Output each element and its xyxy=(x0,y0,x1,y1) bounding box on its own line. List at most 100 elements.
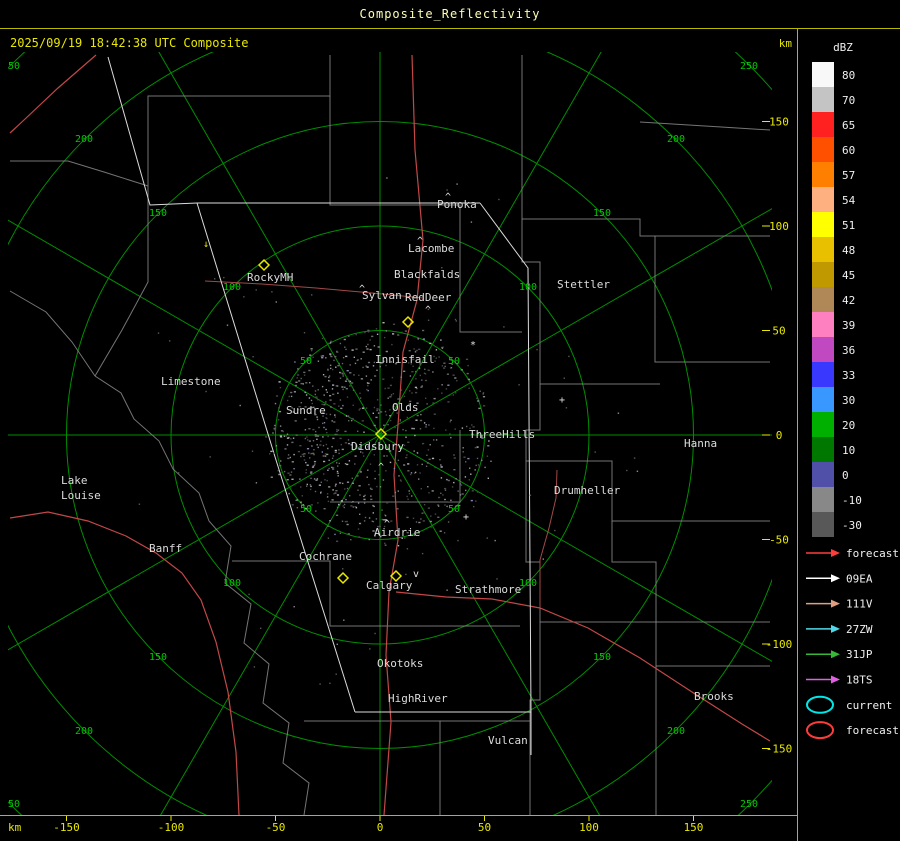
colorbar-swatch xyxy=(812,87,834,112)
legend-item-label: forecast xyxy=(846,547,899,560)
legend-item-label: 09EA xyxy=(846,572,873,585)
legend-arrowhead-icon xyxy=(831,599,840,608)
range-ring-label: 100 xyxy=(223,578,241,589)
county-boundary-line xyxy=(654,236,770,363)
county-boundary-line xyxy=(94,186,149,377)
bottom-axis-unit-label: km xyxy=(8,821,22,834)
right-axis-tick-label: -100 xyxy=(766,638,793,651)
range-ring-label: 150 xyxy=(593,652,611,663)
colorbar-swatch xyxy=(812,162,834,187)
right-axis-unit-label: km xyxy=(779,37,793,50)
city-label: Drumheller xyxy=(554,484,621,497)
point-marker-icon: ^ xyxy=(445,192,451,203)
radar-map-canvas[interactable]: 5010015020025050100150200250501001502002… xyxy=(0,0,900,841)
bottom-axis-tick-label: -150 xyxy=(53,821,80,834)
colorbar-swatch xyxy=(812,462,834,487)
city-label: Ponoka xyxy=(437,198,477,211)
colorbar-value-label: 30 xyxy=(842,394,855,407)
legend-ellipse-icon xyxy=(806,695,834,714)
range-ring-label: 200 xyxy=(75,134,93,145)
city-label: Sylvan xyxy=(362,289,402,302)
city-labels: Ponoka Lacombe Blackfalds Sylvan RedDeer Rock… xyxy=(61,198,734,747)
point-marker-icon: v xyxy=(413,569,419,580)
coverage-boundary-line xyxy=(107,56,198,206)
bottom-axis-tick-label: 100 xyxy=(579,821,599,834)
range-ring-label: 50 xyxy=(300,356,312,367)
bottom-axis-tick-label: -100 xyxy=(158,821,185,834)
right-axis-tick-label: 150 xyxy=(769,116,789,129)
city-label: Innisfail xyxy=(375,353,435,366)
county-boundary-line xyxy=(611,521,770,623)
county-boundary-line xyxy=(9,290,96,377)
colorbar-swatch xyxy=(812,337,834,362)
range-ring-label: 250 xyxy=(740,61,758,72)
colorbar-value-label: -30 xyxy=(842,519,862,532)
colorbar-value-label: 48 xyxy=(842,244,855,257)
city-label: Vulcan xyxy=(488,734,528,747)
range-ring-label: 100 xyxy=(223,282,241,293)
colorbar-value-label: 33 xyxy=(842,369,855,382)
colorbar-value-label: 54 xyxy=(842,194,856,207)
point-marker-icon: + xyxy=(559,395,565,406)
colorbar-value-label: 57 xyxy=(842,169,855,182)
legend-arrowhead-icon xyxy=(831,549,840,557)
range-ring-label: 100 xyxy=(519,282,537,293)
colorbar-value-label: -10 xyxy=(842,494,862,507)
county-boundary-line xyxy=(639,121,771,131)
range-ring-label: 50 xyxy=(448,504,460,515)
city-label: Calgary xyxy=(366,579,413,592)
city-label: Blackfalds xyxy=(394,268,460,281)
colorbar-swatch xyxy=(812,437,834,462)
colorbar-legend-layer: 80 70 65 60 57 54 51 48 45 42 39 36 33 30 20 10 0 -10 -30 f… xyxy=(806,62,899,740)
point-marker-icon: ^ xyxy=(378,462,384,473)
city-label: Cochrane xyxy=(299,550,352,563)
colorbar-swatch xyxy=(812,387,834,412)
colorbar-title: dBZ xyxy=(833,41,853,54)
city-label: Olds xyxy=(392,401,419,414)
county-boundary-line xyxy=(540,621,657,815)
city-label: Sundre xyxy=(286,404,326,417)
colorbar-swatch xyxy=(812,62,834,87)
colorbar-swatch xyxy=(812,237,834,262)
colorbar-swatch xyxy=(812,112,834,137)
right-axis-tick-label: 50 xyxy=(772,325,785,338)
colorbar-swatch xyxy=(812,287,834,312)
point-marker-icon: ↓ xyxy=(203,239,209,250)
right-axis-tick-label: 0 xyxy=(776,429,783,442)
bottom-axis-tick-label: -50 xyxy=(266,821,286,834)
radar-app-window: 50 100 150 200 250 50 100 150 200 250 50 100 150 200 2… xyxy=(0,0,900,841)
colorbar-value-label: 10 xyxy=(842,444,855,457)
county-boundary-line xyxy=(94,375,310,815)
point-marker-icon: ^ xyxy=(417,236,423,247)
city-label: Okotoks xyxy=(377,657,423,670)
bottom-axis-tick-label: 50 xyxy=(478,821,491,834)
colorbar-value-label: 80 xyxy=(842,69,855,82)
colorbar-value-label: 45 xyxy=(842,269,855,282)
range-ring-label: 250 xyxy=(2,61,20,72)
legend-arrowhead-icon xyxy=(831,675,840,684)
legend-arrowhead-icon xyxy=(831,624,840,633)
legend-item-label: 27ZW xyxy=(846,623,873,636)
bottom-axis-tick-label: 0 xyxy=(377,821,384,834)
colorbar-value-label: 39 xyxy=(842,319,855,332)
colorbar-value-label: 70 xyxy=(842,94,855,107)
range-ring-label: 150 xyxy=(149,652,167,663)
highway-line xyxy=(9,54,97,134)
range-ring-label: 50 xyxy=(300,504,312,515)
legend-item-label: 31JP xyxy=(846,648,873,661)
point-marker-icon: + xyxy=(463,512,469,523)
radar-site-markers: ^ ^ ^ ^ ^ ^ v ↓ + * + xyxy=(203,192,565,585)
legend-item-label: 111V xyxy=(846,598,873,611)
colorbar-value-label: 36 xyxy=(842,344,855,357)
colorbar-value-label: 51 xyxy=(842,219,855,232)
city-label: Airdrie xyxy=(374,526,420,539)
colorbar-swatch xyxy=(812,262,834,287)
colorbar-swatch xyxy=(812,412,834,437)
range-ring-label: 50 xyxy=(448,356,460,367)
point-marker-icon: ^ xyxy=(359,284,365,295)
city-label: RedDeer xyxy=(405,291,452,304)
coverage-boundary-line xyxy=(479,202,532,713)
legend-arrowhead-icon xyxy=(831,574,840,583)
county-boundary-line xyxy=(329,96,345,206)
city-label: Limestone xyxy=(161,375,221,388)
